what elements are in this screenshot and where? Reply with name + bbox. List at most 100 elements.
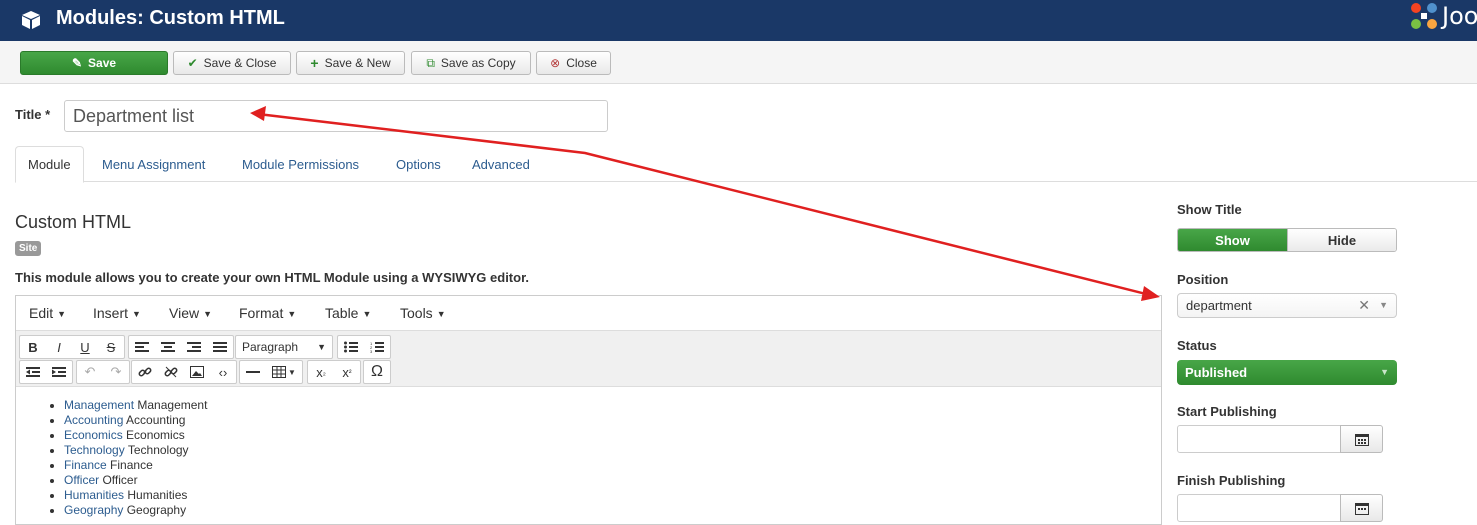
finish-publishing-label: Finish Publishing bbox=[1177, 473, 1286, 488]
special-char-group: Ω bbox=[363, 360, 391, 384]
list-item: Finance Finance bbox=[64, 458, 1161, 473]
insert-group: ‹› bbox=[131, 360, 237, 384]
table-icon[interactable]: ▼ bbox=[266, 361, 302, 383]
copy-icon: ⧉ bbox=[426, 56, 435, 70]
align-right-icon[interactable] bbox=[181, 336, 207, 358]
unlink-icon[interactable] bbox=[158, 361, 184, 383]
save-copy-button[interactable]: ⧉ Save as Copy bbox=[411, 51, 531, 75]
close-icon: ⊗ bbox=[550, 56, 561, 70]
chevron-down-icon: ▼ bbox=[317, 342, 326, 352]
horizontal-rule-icon[interactable] bbox=[240, 361, 266, 383]
chevron-down-icon: ▼ bbox=[1379, 300, 1388, 310]
link-icon[interactable] bbox=[132, 361, 158, 383]
save-button[interactable]: ✎ Save bbox=[20, 51, 168, 75]
chevron-down-icon: ▼ bbox=[1380, 367, 1389, 377]
module-type-heading: Custom HTML bbox=[15, 212, 132, 232]
indent-group bbox=[19, 360, 73, 384]
code-icon[interactable]: ‹› bbox=[210, 361, 236, 383]
tab-module-permissions[interactable]: Module Permissions bbox=[242, 146, 359, 182]
menu-table[interactable]: Table ▼ bbox=[325, 305, 371, 321]
list-item: Accounting Accounting bbox=[64, 413, 1161, 428]
joomla-logo-icon bbox=[1411, 3, 1437, 29]
list-item: Officer Officer bbox=[64, 473, 1161, 488]
list-group: 123 bbox=[337, 335, 391, 359]
menu-insert[interactable]: Insert ▼ bbox=[93, 305, 141, 321]
editor-content[interactable]: Management Management Accounting Account… bbox=[16, 388, 1161, 518]
tab-menu-assignment[interactable]: Menu Assignment bbox=[102, 146, 205, 182]
plus-icon: + bbox=[310, 55, 319, 71]
list-item: Technology Technology bbox=[64, 443, 1161, 458]
logo-text: Joomla! bbox=[1442, 2, 1477, 30]
page-title: Modules: Custom HTML bbox=[56, 7, 285, 29]
image-icon[interactable] bbox=[184, 361, 210, 383]
indent-icon[interactable] bbox=[46, 361, 72, 383]
list-item: Management Management bbox=[64, 398, 1161, 413]
menu-edit[interactable]: Edit ▼ bbox=[29, 305, 66, 321]
editor-menubar: Edit ▼ Insert ▼ View ▼ Format ▼ Table ▼ Tools… bbox=[16, 296, 1161, 331]
start-publishing-label: Start Publishing bbox=[1177, 404, 1277, 419]
subscript-icon[interactable]: x₂ bbox=[308, 361, 334, 383]
tab-bar: Module Menu Assignment Module Permission… bbox=[15, 146, 1477, 183]
check-icon: ✔ bbox=[187, 56, 198, 70]
script-group: x₂ x² bbox=[307, 360, 361, 384]
module-description: This module allows you to create your ow… bbox=[15, 270, 530, 285]
bullet-list-icon[interactable] bbox=[338, 336, 364, 358]
show-button[interactable]: Show bbox=[1178, 229, 1287, 251]
table-group: ▼ bbox=[239, 360, 303, 384]
list-item: Geography Geography bbox=[64, 503, 1161, 518]
start-publishing-input[interactable] bbox=[1177, 425, 1341, 453]
strikethrough-icon[interactable]: S bbox=[98, 336, 124, 358]
list-item: Humanities Humanities bbox=[64, 488, 1161, 503]
edit-icon: ✎ bbox=[71, 56, 83, 70]
hide-button[interactable]: Hide bbox=[1287, 229, 1396, 251]
align-left-icon[interactable] bbox=[129, 336, 155, 358]
save-new-button[interactable]: + Save & New bbox=[296, 51, 405, 75]
history-group: ↶ ↷ bbox=[76, 360, 130, 384]
show-title-label: Show Title bbox=[1177, 202, 1242, 217]
finish-publishing-input[interactable] bbox=[1177, 494, 1341, 522]
omega-icon[interactable]: Ω bbox=[364, 361, 390, 383]
close-button[interactable]: ⊗ Close bbox=[536, 51, 611, 75]
site-badge: Site bbox=[15, 241, 42, 256]
align-group bbox=[128, 335, 234, 359]
list-item: Economics Economics bbox=[64, 428, 1161, 443]
app-header: Modules: Custom HTML Joomla! bbox=[0, 0, 1477, 41]
tab-advanced[interactable]: Advanced bbox=[472, 146, 530, 182]
show-title-toggle: Show Hide bbox=[1177, 228, 1397, 252]
redo-icon[interactable]: ↷ bbox=[103, 361, 129, 383]
menu-tools[interactable]: Tools ▼ bbox=[400, 305, 446, 321]
title-input[interactable] bbox=[64, 100, 608, 132]
menu-format[interactable]: Format ▼ bbox=[239, 305, 296, 321]
undo-icon[interactable]: ↶ bbox=[77, 361, 103, 383]
title-label: Title * bbox=[15, 107, 51, 122]
position-select[interactable]: department ✕ ▼ bbox=[1177, 293, 1397, 318]
tab-options[interactable]: Options bbox=[396, 146, 441, 182]
italic-icon[interactable]: I bbox=[46, 336, 72, 358]
outdent-icon[interactable] bbox=[20, 361, 46, 383]
status-label: Status bbox=[1177, 338, 1217, 353]
menu-view[interactable]: View ▼ bbox=[169, 305, 212, 321]
wysiwyg-editor: Edit ▼ Insert ▼ View ▼ Format ▼ Table ▼ Tools… bbox=[15, 295, 1162, 525]
position-label: Position bbox=[1177, 272, 1229, 287]
underline-icon[interactable]: U bbox=[72, 336, 98, 358]
superscript-icon[interactable]: x² bbox=[334, 361, 360, 383]
align-justify-icon[interactable] bbox=[207, 336, 233, 358]
start-calendar-button[interactable] bbox=[1340, 425, 1383, 453]
clear-icon[interactable]: ✕ bbox=[1358, 297, 1370, 314]
save-close-button[interactable]: ✔ Save & Close bbox=[173, 51, 291, 75]
toolbar: ✎ Save ✔ Save & Close + Save & New ⧉ Sav… bbox=[0, 41, 1477, 84]
calendar-icon bbox=[1354, 433, 1369, 446]
department-list: Management Management Accounting Account… bbox=[64, 398, 1161, 518]
align-center-icon[interactable] bbox=[155, 336, 181, 358]
cube-icon bbox=[22, 11, 40, 29]
editor-toolbar: B I U S Paragraph ▼ 1 2 3 ↶ ↷ ‹› ▼ x ₂ x… bbox=[16, 331, 1161, 387]
finish-calendar-button[interactable] bbox=[1340, 494, 1383, 522]
format-select[interactable]: Paragraph ▼ bbox=[235, 335, 333, 359]
svg-text:3: 3 bbox=[370, 349, 373, 353]
text-style-group: B I U S bbox=[19, 335, 125, 359]
numbered-list-icon[interactable]: 123 bbox=[364, 336, 390, 358]
calendar-icon bbox=[1354, 502, 1369, 515]
bold-icon[interactable]: B bbox=[20, 336, 46, 358]
status-select[interactable]: Published ▼ bbox=[1177, 360, 1397, 385]
tab-module[interactable]: Module bbox=[15, 146, 84, 183]
